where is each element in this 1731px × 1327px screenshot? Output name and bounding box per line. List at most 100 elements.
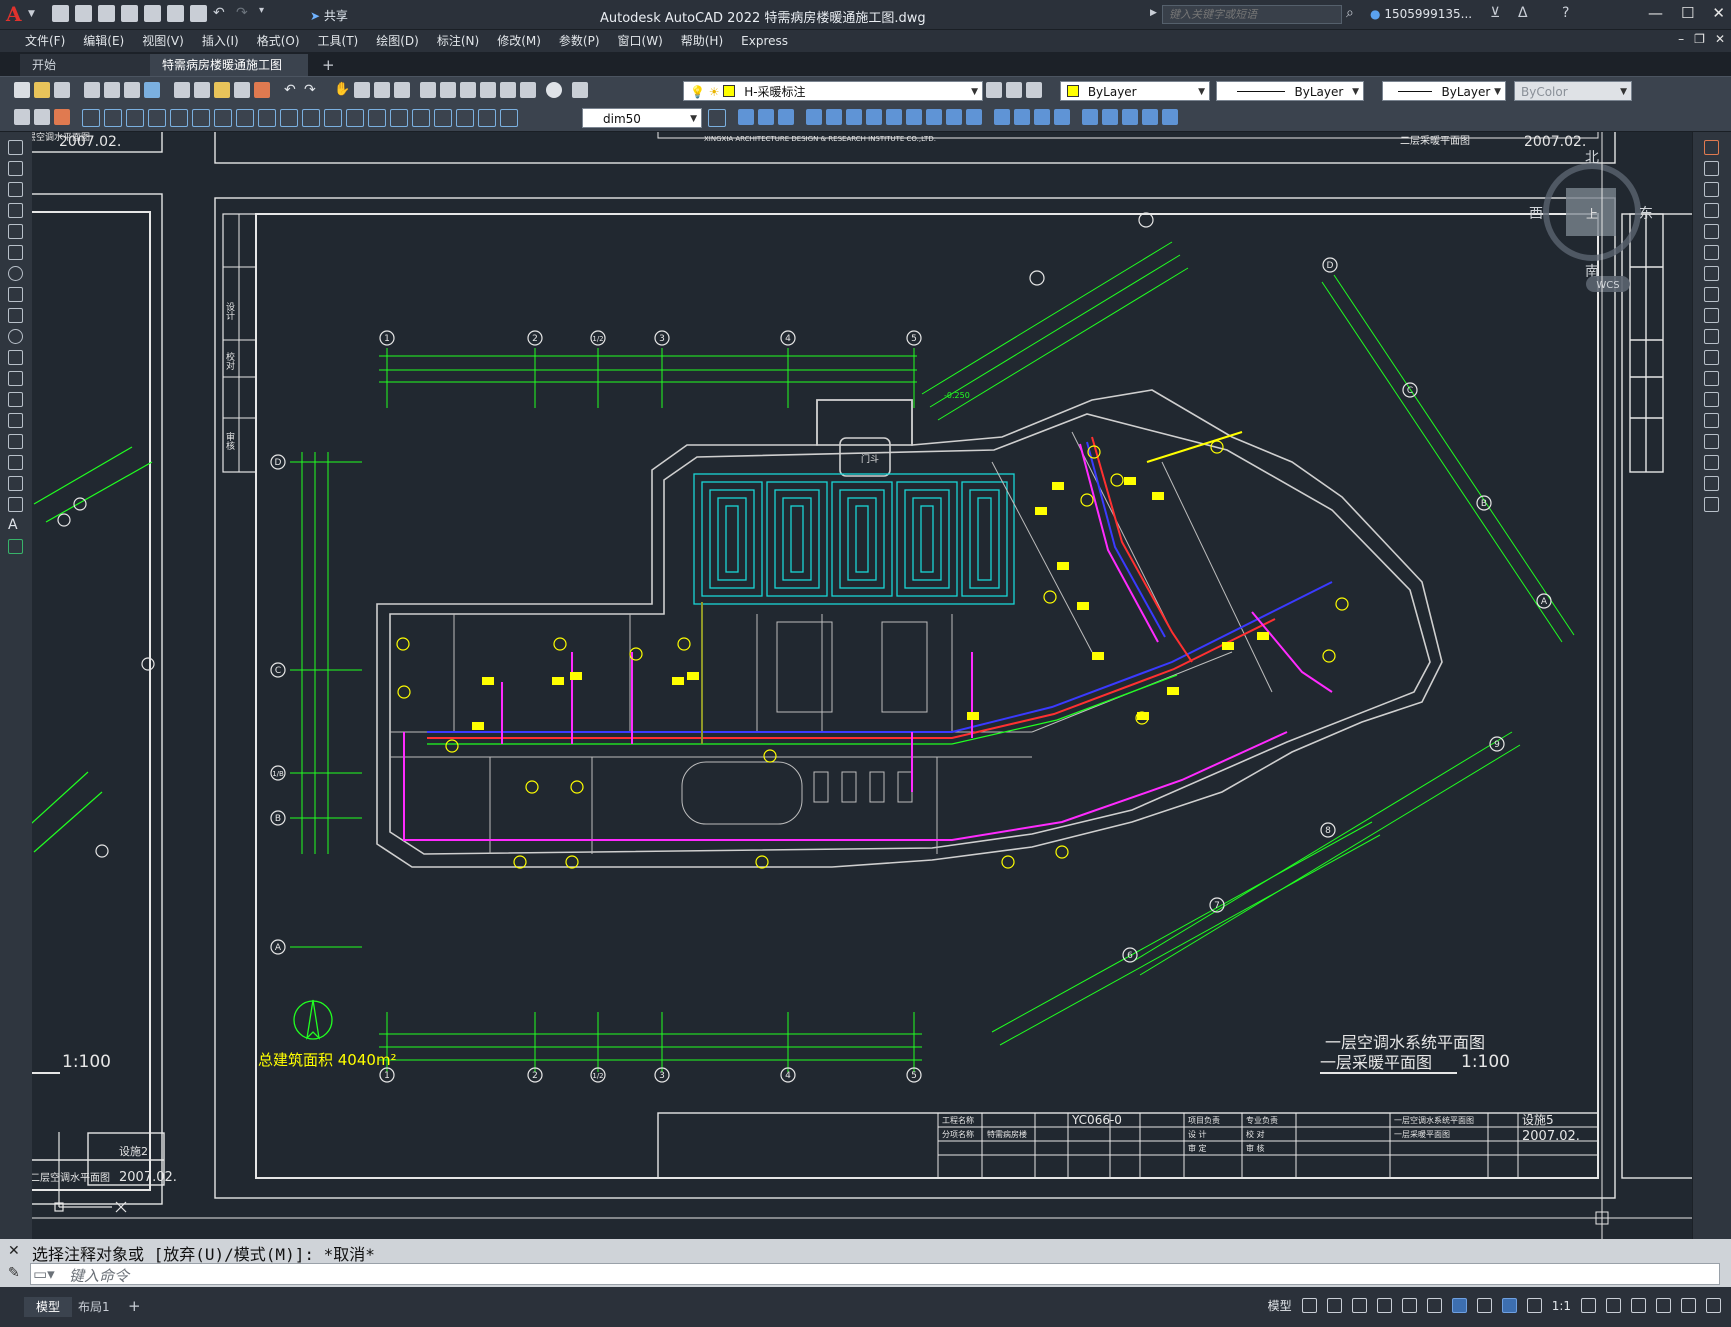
extend-icon[interactable] (926, 109, 942, 125)
layer-dropdown[interactable]: 💡 ☀ H-采暖标注 ▼ (683, 81, 983, 101)
line-icon[interactable] (8, 140, 23, 155)
snap-icon[interactable] (1326, 1298, 1342, 1313)
lineweight-dropdown[interactable]: ByLayer ▼ (1382, 81, 1506, 101)
tool-palettes-icon[interactable] (460, 82, 476, 98)
menu-view[interactable]: 视图(V) (133, 32, 193, 50)
chamfer-icon[interactable] (1704, 434, 1719, 449)
erase-icon[interactable] (1054, 109, 1070, 125)
redo-icon[interactable]: ↷ (236, 5, 253, 22)
cut-icon[interactable] (174, 82, 190, 98)
block-editor-icon[interactable] (254, 82, 270, 98)
inspection-icon[interactable] (412, 109, 430, 127)
aligned-dimension-icon[interactable] (104, 109, 122, 127)
tab-layout1[interactable]: 布局1 (66, 1297, 122, 1317)
search-icon[interactable]: ⌕ (1346, 5, 1354, 21)
viewcube-north[interactable]: 北 (1585, 150, 1599, 166)
user-account[interactable]: ● 1505999135... (1370, 7, 1472, 21)
match-properties-icon[interactable] (234, 82, 250, 98)
extend-icon[interactable] (1704, 350, 1719, 365)
annotation-visibility-icon[interactable] (1501, 1298, 1517, 1313)
tab-drawing[interactable]: 特需病房楼暖通施工图*✕ (150, 54, 308, 94)
tolerance-icon[interactable] (368, 109, 386, 127)
continue-dimension-icon[interactable] (302, 109, 320, 127)
diameter-dimension-icon[interactable] (214, 109, 232, 127)
add-selected-icon[interactable] (8, 539, 23, 554)
scale-icon[interactable] (1704, 287, 1719, 302)
table-icon[interactable] (8, 497, 23, 512)
trim-icon[interactable] (1704, 329, 1719, 344)
sheet-set-icon[interactable] (480, 82, 496, 98)
offset-icon[interactable] (778, 109, 794, 125)
minimize-button[interactable]: — (1648, 4, 1663, 22)
break-icon[interactable] (1704, 392, 1719, 407)
new-tab-button[interactable]: + (322, 56, 335, 74)
stretch-icon[interactable] (1704, 308, 1719, 323)
menu-dimension[interactable]: 标注(N) (428, 32, 488, 50)
autodesk-app-icon[interactable]: Δ (1518, 5, 1528, 21)
menu-edit[interactable]: 编辑(E) (74, 32, 133, 50)
publish-icon[interactable] (124, 82, 140, 98)
open-icon[interactable] (75, 5, 92, 22)
erase-icon[interactable] (1704, 140, 1719, 155)
chamfer-icon[interactable] (994, 109, 1010, 125)
undo-icon[interactable]: ↶ (213, 5, 230, 22)
region-icon[interactable] (8, 476, 23, 491)
viewcube-east[interactable]: 东 (1639, 206, 1653, 222)
radius-dimension-icon[interactable] (170, 109, 188, 127)
menu-format[interactable]: 格式(O) (248, 32, 309, 50)
menu-file[interactable]: 文件(F) (16, 32, 74, 50)
layer-previous-icon[interactable] (1006, 82, 1022, 98)
menu-help[interactable]: 帮助(H) (672, 32, 732, 50)
polar-icon[interactable] (1376, 1298, 1392, 1313)
spline-icon[interactable] (8, 308, 23, 323)
undo-icon[interactable]: ↶ (284, 82, 300, 98)
dimstyle-dropdown[interactable]: dim50 ▼ (582, 108, 702, 128)
model-space-button[interactable]: 模型 (1268, 1297, 1292, 1314)
drawing-canvas[interactable]: 2007.02. 二层空调水平面图 设施2 2007.02. 二层空调水平面图 … (32, 132, 1692, 1239)
doc-minimize-button[interactable]: – (1678, 32, 1684, 46)
fillet-icon[interactable] (1704, 455, 1719, 470)
polyline-icon[interactable] (8, 182, 23, 197)
auto-scale-icon[interactable] (1526, 1298, 1542, 1313)
zoom-realtime-icon[interactable] (354, 82, 370, 98)
calculator-icon[interactable] (520, 82, 536, 98)
rectangle-icon[interactable] (8, 224, 23, 239)
menu-insert[interactable]: 插入(I) (193, 32, 248, 50)
plot-preview-icon[interactable] (104, 82, 120, 98)
ordinate-dimension-icon[interactable] (148, 109, 166, 127)
recent-commands-icon[interactable]: ▭▾ (33, 1265, 55, 1283)
clean-screen-icon[interactable] (1681, 1298, 1696, 1313)
dimension-update-icon[interactable] (500, 109, 518, 127)
dimension-break-icon[interactable] (346, 109, 364, 127)
plotstyle-dropdown[interactable]: ByColor ▼ (1514, 81, 1632, 101)
save-icon[interactable] (98, 5, 115, 22)
baseline-dimension-icon[interactable] (280, 109, 298, 127)
help-icon[interactable] (546, 82, 562, 98)
design-center-icon[interactable] (440, 82, 456, 98)
plot-icon[interactable] (190, 5, 207, 22)
tab-start[interactable]: 开始 (20, 54, 150, 76)
move-icon[interactable] (1704, 245, 1719, 260)
revision-cloud-icon[interactable] (8, 287, 23, 302)
zoom-previous-icon[interactable] (394, 82, 410, 98)
draw-order-icon[interactable] (1082, 109, 1098, 125)
copy-icon[interactable] (194, 82, 210, 98)
mirror-icon[interactable] (1704, 182, 1719, 197)
doc-restore-button[interactable]: ❐ (1694, 32, 1705, 46)
explode-icon[interactable] (1704, 497, 1719, 512)
jogged-linear-icon[interactable] (434, 109, 452, 127)
rotate-icon[interactable] (846, 109, 862, 125)
menu-window[interactable]: 窗口(W) (609, 32, 672, 50)
customize-dropdown-icon[interactable]: ▾ (259, 5, 276, 22)
save-icon[interactable] (54, 82, 70, 98)
array-icon[interactable] (1704, 224, 1719, 239)
close-button[interactable]: ✕ (1712, 4, 1725, 22)
paste-icon[interactable] (214, 82, 230, 98)
cart-icon[interactable]: ⊻ (1490, 5, 1500, 21)
fillet-icon[interactable] (1014, 109, 1030, 125)
expand-search-icon[interactable]: ▶ (1150, 8, 1157, 18)
zoom-window-icon[interactable] (374, 82, 390, 98)
ellipse-icon[interactable] (8, 329, 23, 344)
pan-icon[interactable]: ✋ (334, 82, 350, 98)
help-icon[interactable]: ? (1562, 5, 1569, 21)
